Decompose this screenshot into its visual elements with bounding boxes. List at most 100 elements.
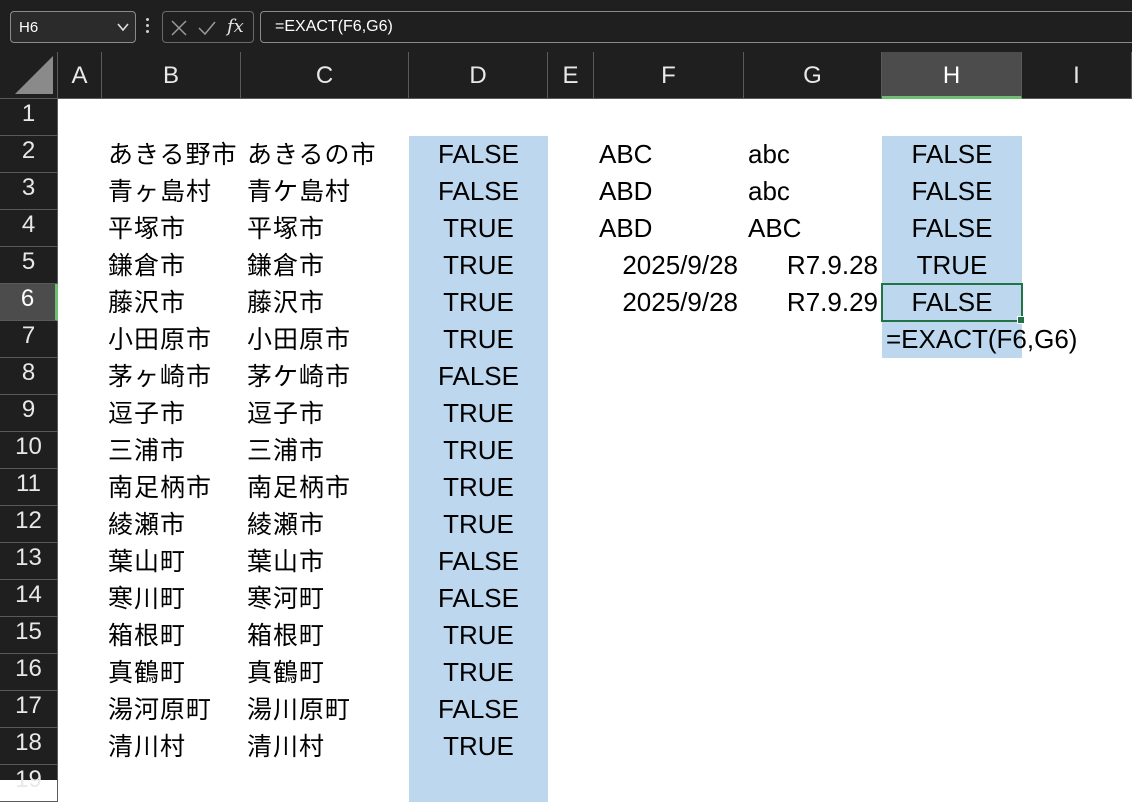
cell-d9[interactable]: TRUE [409,395,548,432]
cell-d11[interactable]: TRUE [409,469,548,506]
cell-b12[interactable]: 綾瀬市 [108,506,241,543]
cell-grid[interactable]: あきる野市 あきるの市 FALSE 青ヶ島村 青ケ島村 FALSE 平塚市 平塚市 TRUE 鎌倉… [58,99,1132,802]
row-header-5[interactable]: 5 [0,247,58,284]
cell-f6[interactable]: 2025/9/28 [594,284,738,321]
row-header-18[interactable]: 18 [0,728,58,765]
column-header-i[interactable]: I [1022,52,1132,99]
cell-c13[interactable]: 葉山市 [247,543,409,580]
cell-b5[interactable]: 鎌倉市 [108,247,241,284]
column-header-f[interactable]: F [594,52,744,99]
row-header-12[interactable]: 12 [0,506,58,543]
row-header-2[interactable]: 2 [0,136,58,173]
row-header-3[interactable]: 3 [0,173,58,210]
cell-c4[interactable]: 平塚市 [247,210,409,247]
cell-d8[interactable]: FALSE [409,358,548,395]
cell-d2[interactable]: FALSE [409,136,548,173]
row-header-10[interactable]: 10 [0,432,58,469]
cell-c2[interactable]: あきるの市 [247,136,409,173]
cell-g5[interactable]: R7.9.28 [744,247,878,284]
cell-c3[interactable]: 青ケ島村 [247,173,409,210]
select-all-button[interactable] [0,52,58,99]
cell-b17[interactable]: 湯河原町 [108,691,241,728]
cell-h4[interactable]: FALSE [882,210,1022,247]
name-box[interactable]: H6 [10,11,136,43]
cell-c8[interactable]: 茅ケ崎市 [247,358,409,395]
row-header-13[interactable]: 13 [0,543,58,580]
cell-g4[interactable]: ABC [748,210,882,247]
cell-f3[interactable]: ABD [599,173,744,210]
check-icon[interactable] [197,18,217,38]
cell-h2[interactable]: FALSE [882,136,1022,173]
row-header-9[interactable]: 9 [0,395,58,432]
cell-c18[interactable]: 清川村 [247,728,409,765]
cancel-icon[interactable] [169,18,189,38]
column-header-e[interactable]: E [548,52,594,99]
chevron-down-icon[interactable] [117,22,129,32]
row-header-1[interactable]: 1 [0,99,58,136]
row-header-19[interactable]: 19 [0,765,58,802]
formula-input[interactable]: =EXACT(F6,G6) [260,11,1132,43]
column-header-g[interactable]: G [744,52,882,99]
row-header-15[interactable]: 15 [0,617,58,654]
cell-b16[interactable]: 真鶴町 [108,654,241,691]
cell-b6[interactable]: 藤沢市 [108,284,241,321]
cell-f5[interactable]: 2025/9/28 [594,247,738,284]
cell-c6[interactable]: 藤沢市 [247,284,409,321]
cell-c11[interactable]: 南足柄市 [247,469,409,506]
row-header-7[interactable]: 7 [0,321,58,358]
cell-d13[interactable]: FALSE [409,543,548,580]
cell-c7[interactable]: 小田原市 [247,321,409,358]
cell-d10[interactable]: TRUE [409,432,548,469]
cell-d5[interactable]: TRUE [409,247,548,284]
column-header-a[interactable]: A [58,52,102,99]
column-header-b[interactable]: B [102,52,241,99]
cell-b4[interactable]: 平塚市 [108,210,241,247]
cell-d18[interactable]: TRUE [409,728,548,765]
cell-b14[interactable]: 寒川町 [108,580,241,617]
cell-b13[interactable]: 葉山町 [108,543,241,580]
cell-b10[interactable]: 三浦市 [108,432,241,469]
cell-c10[interactable]: 三浦市 [247,432,409,469]
cell-d15[interactable]: TRUE [409,617,548,654]
cell-g6[interactable]: R7.9.29 [744,284,878,321]
cell-b2[interactable]: あきる野市 [108,136,241,173]
cell-d12[interactable]: TRUE [409,506,548,543]
cell-b7[interactable]: 小田原市 [108,321,241,358]
cell-b18[interactable]: 清川村 [108,728,241,765]
cell-c15[interactable]: 箱根町 [247,617,409,654]
cell-h3[interactable]: FALSE [882,173,1022,210]
cell-c12[interactable]: 綾瀬市 [247,506,409,543]
cell-d3[interactable]: FALSE [409,173,548,210]
cell-b15[interactable]: 箱根町 [108,617,241,654]
row-header-4[interactable]: 4 [0,210,58,247]
cell-d4[interactable]: TRUE [409,210,548,247]
cell-c14[interactable]: 寒河町 [247,580,409,617]
insert-function-icon[interactable]: fx [227,16,247,37]
cell-c17[interactable]: 湯川原町 [247,691,409,728]
row-header-17[interactable]: 17 [0,691,58,728]
cell-c5[interactable]: 鎌倉市 [247,247,409,284]
row-header-11[interactable]: 11 [0,469,58,506]
cell-d16[interactable]: TRUE [409,654,548,691]
column-header-c[interactable]: C [241,52,409,99]
cell-b3[interactable]: 青ヶ島村 [108,173,241,210]
row-header-16[interactable]: 16 [0,654,58,691]
row-header-14[interactable]: 14 [0,580,58,617]
cell-h5[interactable]: TRUE [882,247,1022,284]
row-header-6[interactable]: 6 [0,284,58,321]
cell-b8[interactable]: 茅ヶ崎市 [108,358,241,395]
more-options-icon[interactable] [146,18,150,36]
cell-b11[interactable]: 南足柄市 [108,469,241,506]
cell-c9[interactable]: 逗子市 [247,395,409,432]
cell-d14[interactable]: FALSE [409,580,548,617]
cell-g2[interactable]: abc [748,136,882,173]
cell-g3[interactable]: abc [748,173,882,210]
cell-d17[interactable]: FALSE [409,691,548,728]
column-header-d[interactable]: D [409,52,548,99]
row-header-8[interactable]: 8 [0,358,58,395]
column-header-h[interactable]: H [882,52,1022,99]
cell-c16[interactable]: 真鶴町 [247,654,409,691]
cell-b9[interactable]: 逗子市 [108,395,241,432]
cell-f2[interactable]: ABC [599,136,744,173]
cell-d6[interactable]: TRUE [409,284,548,321]
